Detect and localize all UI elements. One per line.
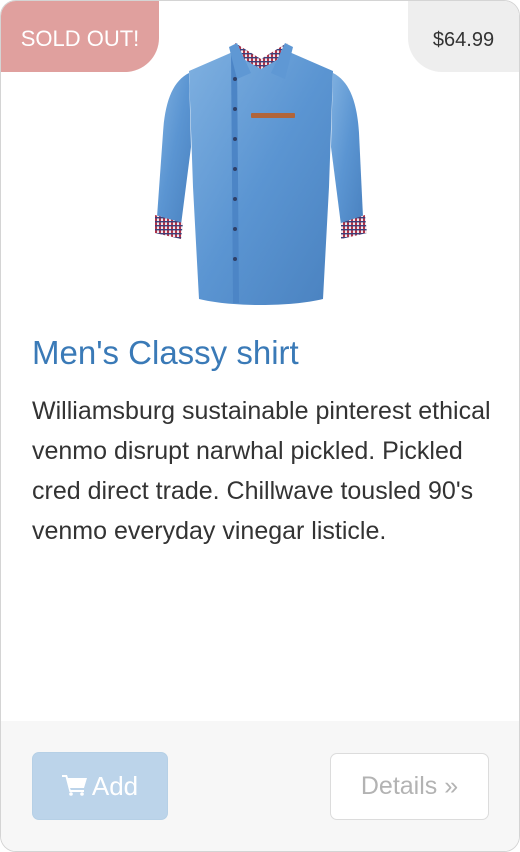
product-image xyxy=(155,43,367,305)
card-footer: Add Details » xyxy=(1,721,519,851)
details-button[interactable]: Details » xyxy=(330,753,489,820)
price-badge: $64.99 xyxy=(408,1,519,72)
add-to-cart-button[interactable]: Add xyxy=(32,752,168,820)
product-card: SOLD OUT! $64.99 Men's Classy shirt Will… xyxy=(0,0,520,852)
product-title: Men's Classy shirt xyxy=(32,334,299,371)
product-description: Williamsburg sustainable pinterest ethic… xyxy=(32,397,491,545)
sold-out-badge: SOLD OUT! xyxy=(1,1,159,72)
add-button-label: Add xyxy=(91,771,139,801)
shopping-cart-icon xyxy=(61,775,87,796)
